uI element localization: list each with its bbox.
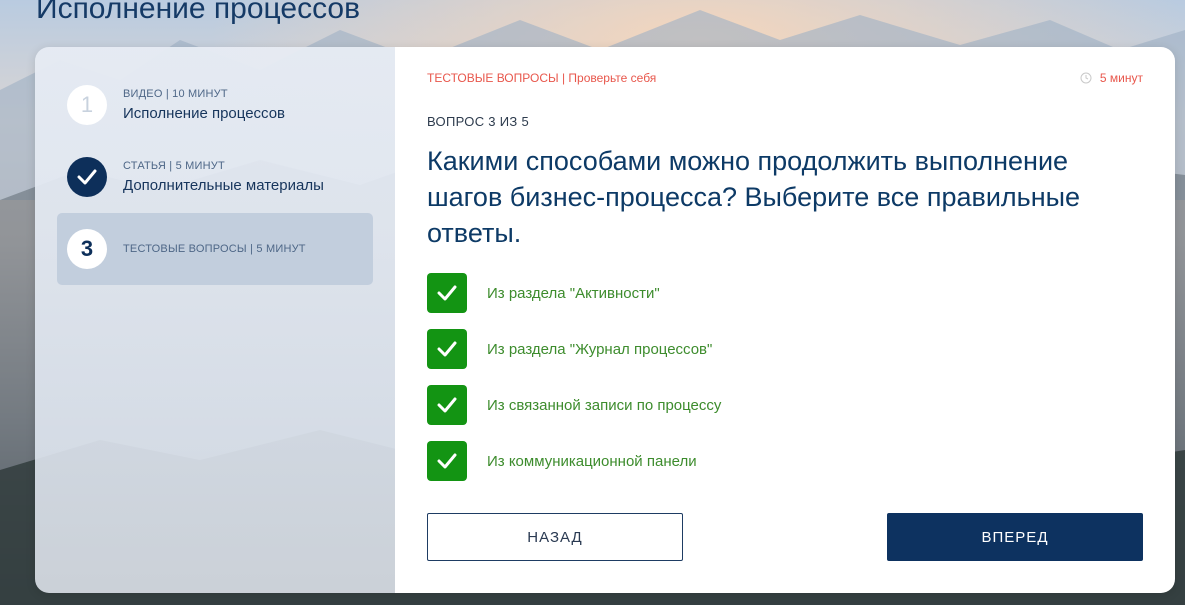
answer-label: Из коммуникационной панели xyxy=(487,452,697,470)
next-button[interactable]: ВПЕРЕД xyxy=(887,513,1143,561)
answer-label: Из раздела "Журнал процессов" xyxy=(487,340,713,358)
checkbox-checked-icon[interactable] xyxy=(427,329,467,369)
sidebar-item-meta: СТАТЬЯ | 5 МИНУТ xyxy=(123,160,225,172)
timer: 5 минут xyxy=(1080,71,1143,85)
answer-label: Из связанной записи по процессу xyxy=(487,396,722,414)
answer-label: Из раздела "Активности" xyxy=(487,284,660,302)
question-progress: ВОПРОС 3 ИЗ 5 xyxy=(427,114,529,129)
answer-option[interactable]: Из коммуникационной панели xyxy=(427,441,721,481)
answer-option[interactable]: Из раздела "Активности" xyxy=(427,273,721,313)
sidebar-item-article[interactable]: СТАТЬЯ | 5 МИНУТ Дополнительные материал… xyxy=(57,141,373,213)
sidebar-item-meta: ТЕСТОВЫЕ ВОПРОСЫ | 5 МИНУТ xyxy=(123,243,306,255)
quiz-header: ТЕСТОВЫЕ ВОПРОСЫ | Проверьте себя xyxy=(427,71,657,85)
answer-option[interactable]: Из раздела "Журнал процессов" xyxy=(427,329,721,369)
question-text: Какими способами можно продолжить выполн… xyxy=(427,146,1081,248)
sidebar-item-label: Дополнительные материалы xyxy=(123,177,324,194)
sidebar-item-quiz[interactable]: 3 ТЕСТОВЫЕ ВОПРОСЫ | 5 МИНУТ xyxy=(57,213,373,285)
answer-list: Из раздела "Активности" Из раздела "Журн… xyxy=(427,273,721,497)
quiz-panel: ТЕСТОВЫЕ ВОПРОСЫ | Проверьте себя 5 мину… xyxy=(395,47,1175,593)
sidebar-item-video[interactable]: 1 ВИДЕО | 10 МИНУТ Исполнение процессов xyxy=(57,69,373,141)
sidebar-item-meta: ВИДЕО | 10 МИНУТ xyxy=(123,88,228,100)
sidebar-item-label: Исполнение процессов xyxy=(123,105,286,122)
page-title: Исполнение процессов xyxy=(36,0,361,25)
checkbox-checked-icon[interactable] xyxy=(427,441,467,481)
checkbox-checked-icon[interactable] xyxy=(427,385,467,425)
clock-icon xyxy=(1080,72,1092,84)
timer-text: 5 минут xyxy=(1099,71,1143,85)
lesson-card: 1 ВИДЕО | 10 МИНУТ Исполнение процессов … xyxy=(35,47,1175,593)
lesson-sidebar: 1 ВИДЕО | 10 МИНУТ Исполнение процессов … xyxy=(35,47,395,593)
answer-option[interactable]: Из связанной записи по процессу xyxy=(427,385,721,425)
back-button[interactable]: НАЗАД xyxy=(427,513,683,561)
check-icon xyxy=(67,157,107,197)
step-number: 1 xyxy=(67,85,107,125)
checkbox-checked-icon[interactable] xyxy=(427,273,467,313)
step-number: 3 xyxy=(67,229,107,269)
